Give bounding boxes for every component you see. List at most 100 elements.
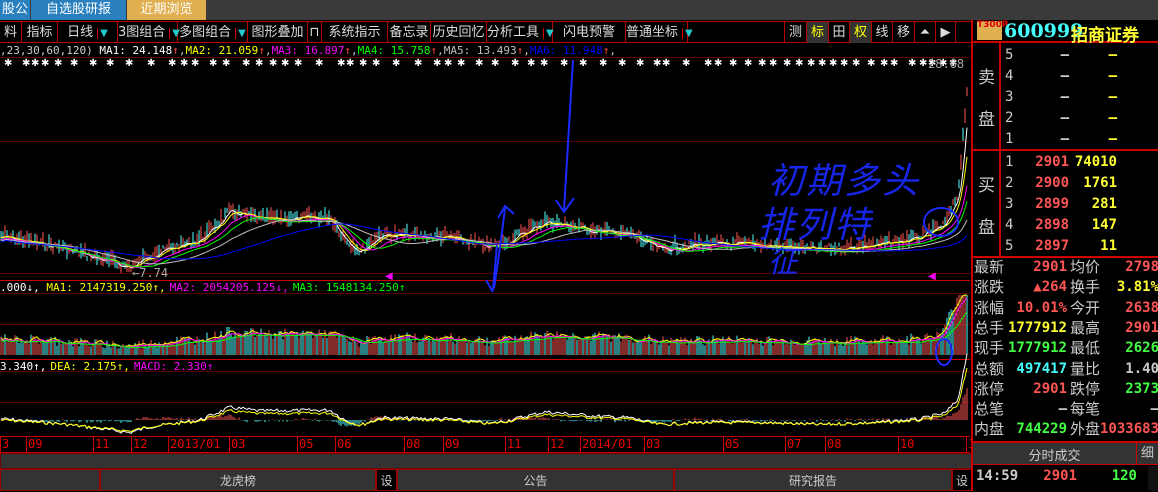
tick-price: 2901 bbox=[1043, 468, 1077, 484]
signal-marker: ✱ bbox=[475, 58, 483, 69]
t300-badge: T300R bbox=[977, 21, 1009, 40]
stat-label: 每笔 bbox=[1070, 400, 1101, 419]
level: 2 bbox=[1005, 175, 1014, 191]
low-price-value: 7.74 bbox=[139, 266, 169, 280]
volume-ma-line bbox=[0, 294, 967, 348]
arrow-head-icon bbox=[485, 279, 494, 293]
date-tick: 12 bbox=[131, 437, 148, 452]
order-volume: 147 bbox=[1091, 217, 1117, 233]
signal-marker: ✱ bbox=[714, 58, 722, 69]
signal-marker: ✱ bbox=[209, 58, 217, 69]
stat-value: — bbox=[1099, 399, 1158, 420]
signal-marker: ✱ bbox=[281, 58, 289, 69]
signal-marker: ✱ bbox=[269, 58, 277, 69]
order-row: 2 — — bbox=[973, 108, 1158, 129]
signal-marker: ✱ bbox=[89, 58, 97, 69]
signal-marker: ✱ bbox=[54, 58, 62, 69]
annotation-line: 初期多头 bbox=[768, 161, 921, 202]
bottom-tab-announcements[interactable]: 公告 bbox=[397, 469, 674, 491]
date-tick: 08 bbox=[404, 437, 421, 452]
signal-marker: ✱ bbox=[795, 58, 803, 69]
level: 4 bbox=[1005, 68, 1014, 84]
stat-row: 现手 1777912 最低 2626 bbox=[973, 338, 1158, 359]
order-volume: — bbox=[1108, 89, 1117, 105]
date-tick: 07 bbox=[785, 437, 802, 452]
handwritten-annotation: 初期多头 排列特 征 bbox=[758, 160, 921, 280]
stat-label: 总额 bbox=[974, 359, 1005, 378]
signal-marker: ✱ bbox=[758, 58, 766, 69]
level: 2 bbox=[1005, 110, 1014, 126]
order-volume: 281 bbox=[1091, 196, 1117, 212]
level: 4 bbox=[1005, 217, 1014, 233]
order-price: 2898 bbox=[1035, 217, 1069, 233]
stat-label: 总笔 bbox=[974, 400, 1005, 419]
stat-row: 涨跌 ▲264 换手 3.81% bbox=[973, 277, 1158, 298]
bottom-tab-empty[interactable] bbox=[0, 469, 100, 491]
stock-name: 招商证券 bbox=[1071, 26, 1139, 46]
settings-button[interactable]: 设 bbox=[952, 469, 972, 491]
signal-marker: ✱ bbox=[125, 58, 133, 69]
stat-value: 1777912 bbox=[1007, 319, 1067, 336]
level: 3 bbox=[1005, 196, 1014, 212]
level: 1 bbox=[1005, 154, 1014, 170]
ticks-title: 分时成交 bbox=[1028, 449, 1081, 464]
date-tick: 2014/01 bbox=[580, 437, 633, 452]
signal-marker: ✱ bbox=[599, 58, 607, 69]
settings-button[interactable]: 设 bbox=[376, 469, 397, 491]
volume-ma-line bbox=[0, 311, 968, 349]
signal-marker: ✱ bbox=[180, 58, 188, 69]
stat-row: 最新 2901 均价 2798 bbox=[973, 257, 1158, 278]
date-tick: 12 bbox=[548, 437, 565, 452]
date-tick: 03 bbox=[229, 437, 246, 452]
tick-row: 14:59 2901 120 bbox=[973, 466, 1158, 487]
chart-scrollbar[interactable] bbox=[0, 453, 972, 469]
order-volume: — bbox=[1108, 110, 1117, 126]
stat-row: 涨停 2901 跌停 2373 bbox=[973, 379, 1158, 400]
quote-panel: T300R 600999 招商证券 卖 盘 买 盘 分时成交 细 5— —4— —3… bbox=[971, 20, 1158, 491]
stat-label: 涨幅 bbox=[974, 298, 1005, 317]
signal-marker: ✱ bbox=[337, 58, 345, 69]
stat-label: 现手 bbox=[974, 339, 1005, 358]
stat-value: 2798 bbox=[1125, 259, 1158, 275]
dif-line bbox=[0, 353, 968, 435]
stat-value: 2638 bbox=[1125, 299, 1158, 316]
stat-label: 跌停 bbox=[1070, 379, 1101, 398]
stat-label: 量比 bbox=[1070, 359, 1101, 378]
signal-marker: ✱ bbox=[414, 58, 422, 69]
date-tick: 11 bbox=[93, 437, 110, 452]
order-row: 3 2899 281 bbox=[973, 194, 1158, 215]
signal-marker: ✱ bbox=[41, 58, 49, 69]
signal-marker: ✱ bbox=[540, 58, 548, 69]
order-volume: 1761 bbox=[1083, 175, 1117, 191]
order-price: 2900 bbox=[1035, 175, 1069, 191]
signal-marker: ✱ bbox=[31, 58, 39, 69]
order-price: 2899 bbox=[1035, 196, 1069, 212]
level: 1 bbox=[1005, 131, 1014, 147]
signal-marker: ✱ bbox=[511, 58, 519, 69]
bottom-tab-dragon-tiger[interactable]: 龙虎榜 bbox=[100, 469, 376, 491]
stat-label: 今开 bbox=[1070, 298, 1101, 317]
order-volume: — bbox=[1108, 131, 1117, 147]
order-price: — bbox=[1060, 68, 1069, 84]
stat-value: ▲264 bbox=[1033, 279, 1067, 296]
stat-value: 1777912 bbox=[1007, 340, 1067, 357]
stat-row: 总手 1777912 最高 2901 bbox=[973, 318, 1158, 339]
date-tick: 3 bbox=[0, 437, 10, 452]
signal-marker: ✱ bbox=[242, 58, 250, 69]
detail-button[interactable]: 细 bbox=[1136, 443, 1158, 464]
bottom-tab-research[interactable]: 研究报告 bbox=[674, 469, 952, 491]
stat-label: 总手 bbox=[974, 318, 1005, 337]
annotation-circle bbox=[935, 338, 953, 366]
stock-header: T300R 600999 招商证券 bbox=[973, 20, 1158, 46]
signal-marker: ✱ bbox=[890, 58, 898, 69]
stat-value: 10.01% bbox=[1016, 299, 1067, 316]
signal-marker: ✱ bbox=[880, 58, 888, 69]
signal-marker: ✱ bbox=[4, 58, 12, 69]
order-volume: 11 bbox=[1100, 238, 1117, 254]
signal-marker: ✱ bbox=[22, 58, 30, 69]
annotation-line: 征 bbox=[768, 245, 800, 280]
signal-marker: ✱ bbox=[392, 58, 400, 69]
date-tick: 08 bbox=[825, 437, 842, 452]
stat-value: 2373 bbox=[1125, 380, 1158, 397]
signal-marker: ✱ bbox=[491, 58, 499, 69]
